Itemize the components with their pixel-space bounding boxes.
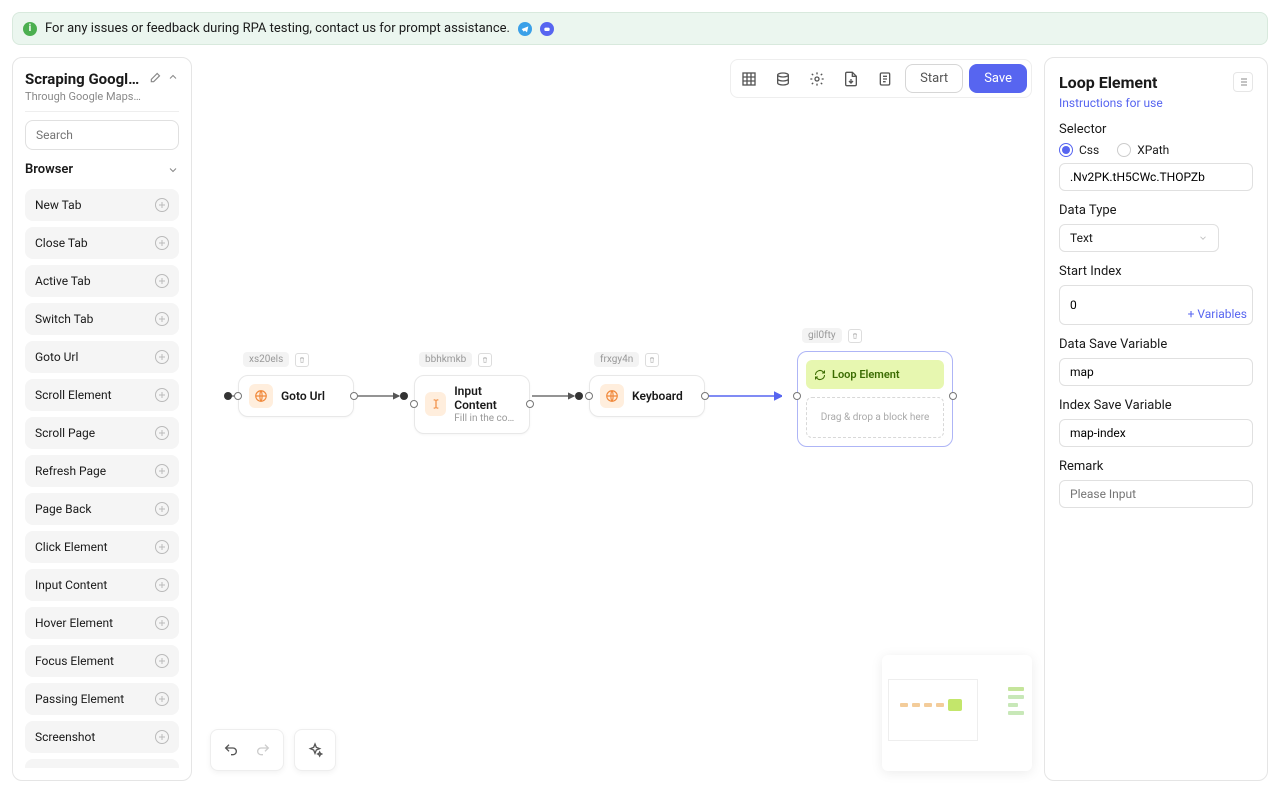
chevron-down-icon: [167, 164, 179, 176]
alert-text: For any issues or feedback during RPA te…: [45, 21, 510, 36]
plus-icon[interactable]: [155, 616, 169, 630]
plus-icon[interactable]: [155, 502, 169, 516]
plus-icon[interactable]: [155, 388, 169, 402]
instructions-link[interactable]: Instructions for use: [1059, 96, 1253, 110]
block-item[interactable]: Focus Element: [25, 645, 179, 677]
node-input-content[interactable]: bbhkmkb Input ContentFill in the cont...: [414, 375, 530, 434]
indexsave-input[interactable]: [1059, 419, 1253, 447]
loop-drop-zone[interactable]: Drag & drop a block here: [806, 397, 944, 438]
globe-icon: [249, 384, 273, 408]
block-item[interactable]: Goto Url: [25, 341, 179, 373]
plus-icon[interactable]: [155, 426, 169, 440]
block-item[interactable]: Scroll Element: [25, 379, 179, 411]
start-node[interactable]: [224, 392, 232, 400]
block-list: New Tab Close Tab Active Tab Switch Tab Goto…: [25, 189, 179, 768]
radio-xpath[interactable]: XPath: [1117, 143, 1169, 157]
globe-icon: [600, 384, 624, 408]
chevron-up-icon[interactable]: [167, 71, 179, 83]
block-item[interactable]: Active Tab: [25, 265, 179, 297]
block-item[interactable]: Close Tab: [25, 227, 179, 259]
block-item[interactable]: Switch Tab: [25, 303, 179, 335]
text-cursor-icon: [425, 392, 446, 416]
block-item[interactable]: Refresh Page: [25, 455, 179, 487]
selector-input[interactable]: [1059, 163, 1253, 191]
datasave-input[interactable]: [1059, 358, 1253, 386]
telegram-icon[interactable]: [518, 22, 532, 36]
sparkle-icon[interactable]: [301, 736, 329, 764]
refresh-icon: [814, 369, 826, 381]
remark-input[interactable]: [1059, 480, 1253, 508]
block-item[interactable]: Input Content: [25, 569, 179, 601]
block-item[interactable]: Click Element: [25, 531, 179, 563]
plus-icon[interactable]: [155, 540, 169, 554]
grid-icon[interactable]: [735, 65, 763, 93]
node-loop-element[interactable]: gil0fty Loop Element Drag & drop a block…: [797, 351, 953, 447]
save-button[interactable]: Save: [969, 64, 1027, 93]
list-icon[interactable]: [1233, 72, 1253, 92]
category-browser[interactable]: Browser: [25, 158, 179, 181]
plus-icon[interactable]: [155, 198, 169, 212]
plus-icon[interactable]: [155, 274, 169, 288]
properties-panel: Loop Element Instructions for use Select…: [1044, 57, 1268, 781]
block-item[interactable]: New Tab: [25, 189, 179, 221]
variables-link[interactable]: + Variables: [1184, 307, 1251, 321]
block-item[interactable]: JavaScript: [25, 759, 179, 768]
block-item[interactable]: Screenshot: [25, 721, 179, 753]
edit-icon[interactable]: [149, 70, 163, 84]
trash-icon[interactable]: [848, 329, 862, 343]
notes-icon[interactable]: [871, 65, 899, 93]
block-item[interactable]: Page Back: [25, 493, 179, 525]
block-item[interactable]: Scroll Page: [25, 417, 179, 449]
gear-icon[interactable]: [803, 65, 831, 93]
undo-icon[interactable]: [217, 736, 245, 764]
radio-css[interactable]: Css: [1059, 143, 1099, 157]
plus-icon[interactable]: [155, 578, 169, 592]
block-palette: Scraping Google... Through Google Maps t…: [12, 57, 192, 781]
project-title: Scraping Google...: [25, 70, 143, 88]
plus-icon[interactable]: [155, 350, 169, 364]
canvas-toolbar: Start Save: [730, 59, 1032, 98]
project-subtitle: Through Google Maps to ret...: [25, 90, 143, 103]
node-goto-url[interactable]: xs20els Goto Url: [238, 375, 354, 417]
trash-icon[interactable]: [645, 353, 659, 367]
plus-icon[interactable]: [155, 730, 169, 744]
redo-icon[interactable]: [249, 736, 277, 764]
plus-icon[interactable]: [155, 312, 169, 326]
block-item[interactable]: Hover Element: [25, 607, 179, 639]
trash-icon[interactable]: [295, 353, 309, 367]
datatype-select[interactable]: Text: [1059, 224, 1219, 252]
plus-icon[interactable]: [155, 654, 169, 668]
minimap[interactable]: [882, 655, 1032, 771]
node-keyboard[interactable]: frxgy4n Keyboard: [589, 375, 705, 417]
search-input[interactable]: [25, 120, 179, 150]
block-item[interactable]: Passing Element: [25, 683, 179, 715]
trash-icon[interactable]: [478, 353, 492, 367]
start-button[interactable]: Start: [905, 64, 963, 93]
stack-icon[interactable]: [769, 65, 797, 93]
chevron-down-icon: [1198, 233, 1208, 243]
plus-icon[interactable]: [155, 236, 169, 250]
plus-icon[interactable]: [155, 692, 169, 706]
panel-title: Loop Element: [1059, 73, 1157, 92]
alert-bar: i For any issues or feedback during RPA …: [12, 12, 1268, 45]
flow-canvas[interactable]: Start Save xs20els Goto Url: [204, 57, 1032, 781]
export-icon[interactable]: [837, 65, 865, 93]
info-icon: i: [23, 22, 37, 36]
plus-icon[interactable]: [155, 464, 169, 478]
discord-icon[interactable]: [540, 22, 554, 36]
